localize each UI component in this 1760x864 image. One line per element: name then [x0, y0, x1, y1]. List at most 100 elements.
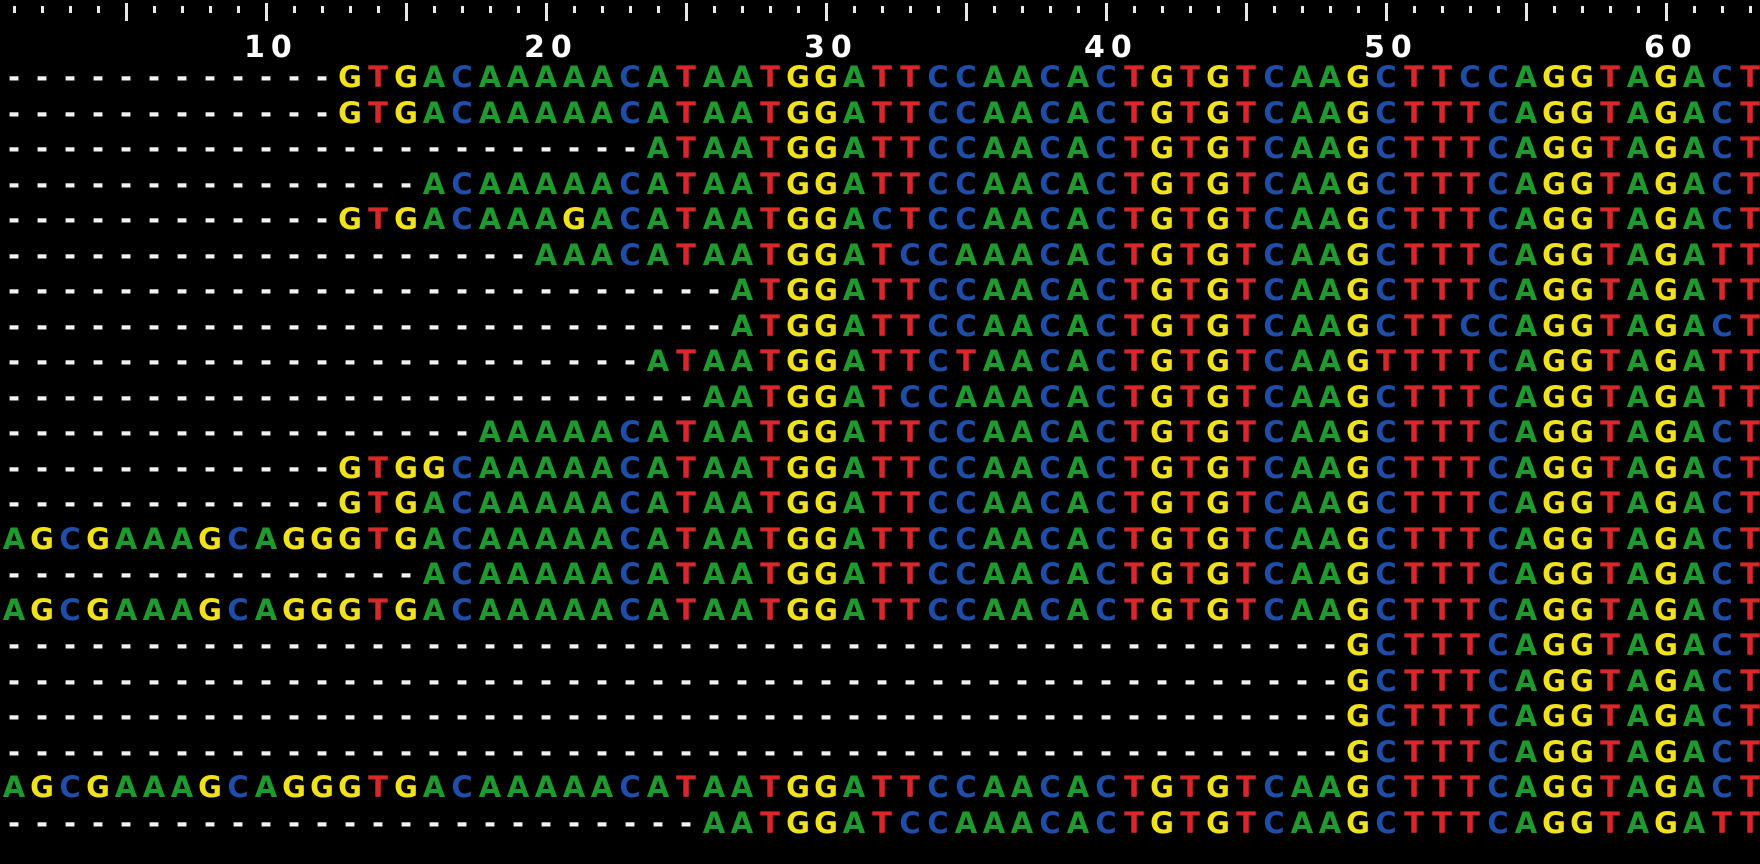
gap-cell: - [147, 415, 161, 449]
gap-cell: - [175, 95, 189, 130]
base-c-cell: C [927, 166, 949, 201]
base-c-cell: C [451, 521, 473, 556]
gap-cell: - [1267, 699, 1281, 733]
base-a-cell: A [842, 379, 866, 414]
base-a-cell: A [478, 95, 502, 130]
base-t-cell: T [1460, 237, 1480, 272]
gap-cell: - [315, 734, 329, 769]
base-g-cell: G [1654, 663, 1678, 698]
base-a-cell: A [1626, 379, 1650, 414]
base-c-cell: C [1711, 663, 1733, 698]
base-t-cell: T [1404, 344, 1424, 378]
base-a-cell: A [1066, 95, 1090, 130]
base-g-cell: G [1542, 344, 1566, 378]
base-a-cell: A [842, 273, 866, 307]
gap-cell: - [707, 273, 721, 307]
base-t-cell: T [956, 344, 976, 378]
gap-cell: - [399, 557, 413, 591]
ruler-tick [1049, 6, 1052, 13]
base-a-cell: A [702, 486, 726, 520]
gap-cell: - [1323, 663, 1337, 698]
gap-cell: - [91, 308, 105, 343]
gap-cell: - [371, 557, 385, 591]
base-t-cell: T [1740, 166, 1760, 201]
ruler-tick [1721, 6, 1724, 13]
base-a-cell: A [1290, 521, 1314, 556]
base-t-cell: T [1180, 202, 1200, 236]
ruler-tick [517, 6, 520, 13]
base-a-cell: A [730, 592, 754, 627]
base-a-cell: A [1066, 131, 1090, 165]
sequence-row: ----------------------------------------… [0, 628, 1760, 662]
base-a-cell: A [1066, 450, 1090, 485]
base-a-cell: A [590, 592, 614, 627]
gap-cell: - [623, 628, 637, 662]
base-a-cell: A [1010, 308, 1034, 343]
base-a-cell: A [842, 415, 866, 449]
ruler-major-tick [1245, 3, 1248, 21]
base-g-cell: G [814, 237, 838, 272]
base-t-cell: T [1180, 486, 1200, 520]
gap-cell: - [1099, 628, 1113, 662]
base-g-cell: G [1654, 450, 1678, 485]
base-a-cell: A [1290, 308, 1314, 343]
base-g-cell: G [1570, 628, 1594, 662]
base-a-cell: A [506, 166, 530, 201]
base-g-cell: G [394, 60, 418, 94]
base-t-cell: T [676, 557, 696, 591]
gap-cell: - [399, 379, 413, 414]
base-a-cell: A [730, 131, 754, 165]
base-a-cell: A [1682, 95, 1706, 130]
base-a-cell: A [702, 60, 726, 94]
base-a-cell: A [1514, 521, 1538, 556]
base-c-cell: C [871, 202, 893, 236]
ruler-tick [909, 6, 912, 13]
base-g-cell: G [1542, 95, 1566, 130]
base-a-cell: A [422, 95, 446, 130]
base-c-cell: C [1095, 166, 1117, 201]
base-t-cell: T [900, 450, 920, 485]
base-t-cell: T [872, 237, 892, 272]
gap-cell: - [567, 734, 581, 769]
base-t-cell: T [1460, 95, 1480, 130]
gap-cell: - [343, 805, 357, 840]
base-t-cell: T [1180, 273, 1200, 307]
sequence-row: -------------------------AATGGATCCAAACAC… [0, 380, 1760, 414]
base-g-cell: G [1150, 415, 1174, 449]
ruler-tick [321, 6, 324, 13]
base-g-cell: G [1570, 60, 1594, 94]
base-g-cell: G [30, 770, 54, 804]
base-c-cell: C [899, 237, 921, 272]
gap-cell: - [203, 237, 217, 272]
base-a-cell: A [842, 344, 866, 378]
gap-cell: - [483, 734, 497, 769]
gap-cell: - [91, 699, 105, 733]
gap-cell: - [175, 237, 189, 272]
base-t-cell: T [1236, 95, 1256, 130]
base-a-cell: A [1318, 202, 1342, 236]
gap-cell: - [63, 131, 77, 165]
gap-cell: - [119, 131, 133, 165]
gap-cell: - [35, 131, 49, 165]
base-g-cell: G [1542, 379, 1566, 414]
base-c-cell: C [1039, 805, 1061, 840]
gap-cell: - [203, 415, 217, 449]
base-c-cell: C [1375, 415, 1397, 449]
base-g-cell: G [1654, 770, 1678, 804]
gap-cell: - [1071, 699, 1085, 733]
base-a-cell: A [982, 592, 1006, 627]
base-t-cell: T [1432, 166, 1452, 201]
base-g-cell: G [1542, 734, 1566, 769]
base-a-cell: A [422, 60, 446, 94]
base-a-cell: A [562, 166, 586, 201]
ruler-tick [1021, 6, 1024, 13]
base-a-cell: A [534, 521, 558, 556]
base-g-cell: G [310, 521, 334, 556]
base-g-cell: G [1346, 699, 1370, 733]
gap-cell: - [119, 415, 133, 449]
base-c-cell: C [1095, 557, 1117, 591]
base-a-cell: A [646, 237, 670, 272]
base-g-cell: G [1346, 805, 1370, 840]
base-t-cell: T [872, 131, 892, 165]
ruler-tick [1161, 6, 1164, 13]
